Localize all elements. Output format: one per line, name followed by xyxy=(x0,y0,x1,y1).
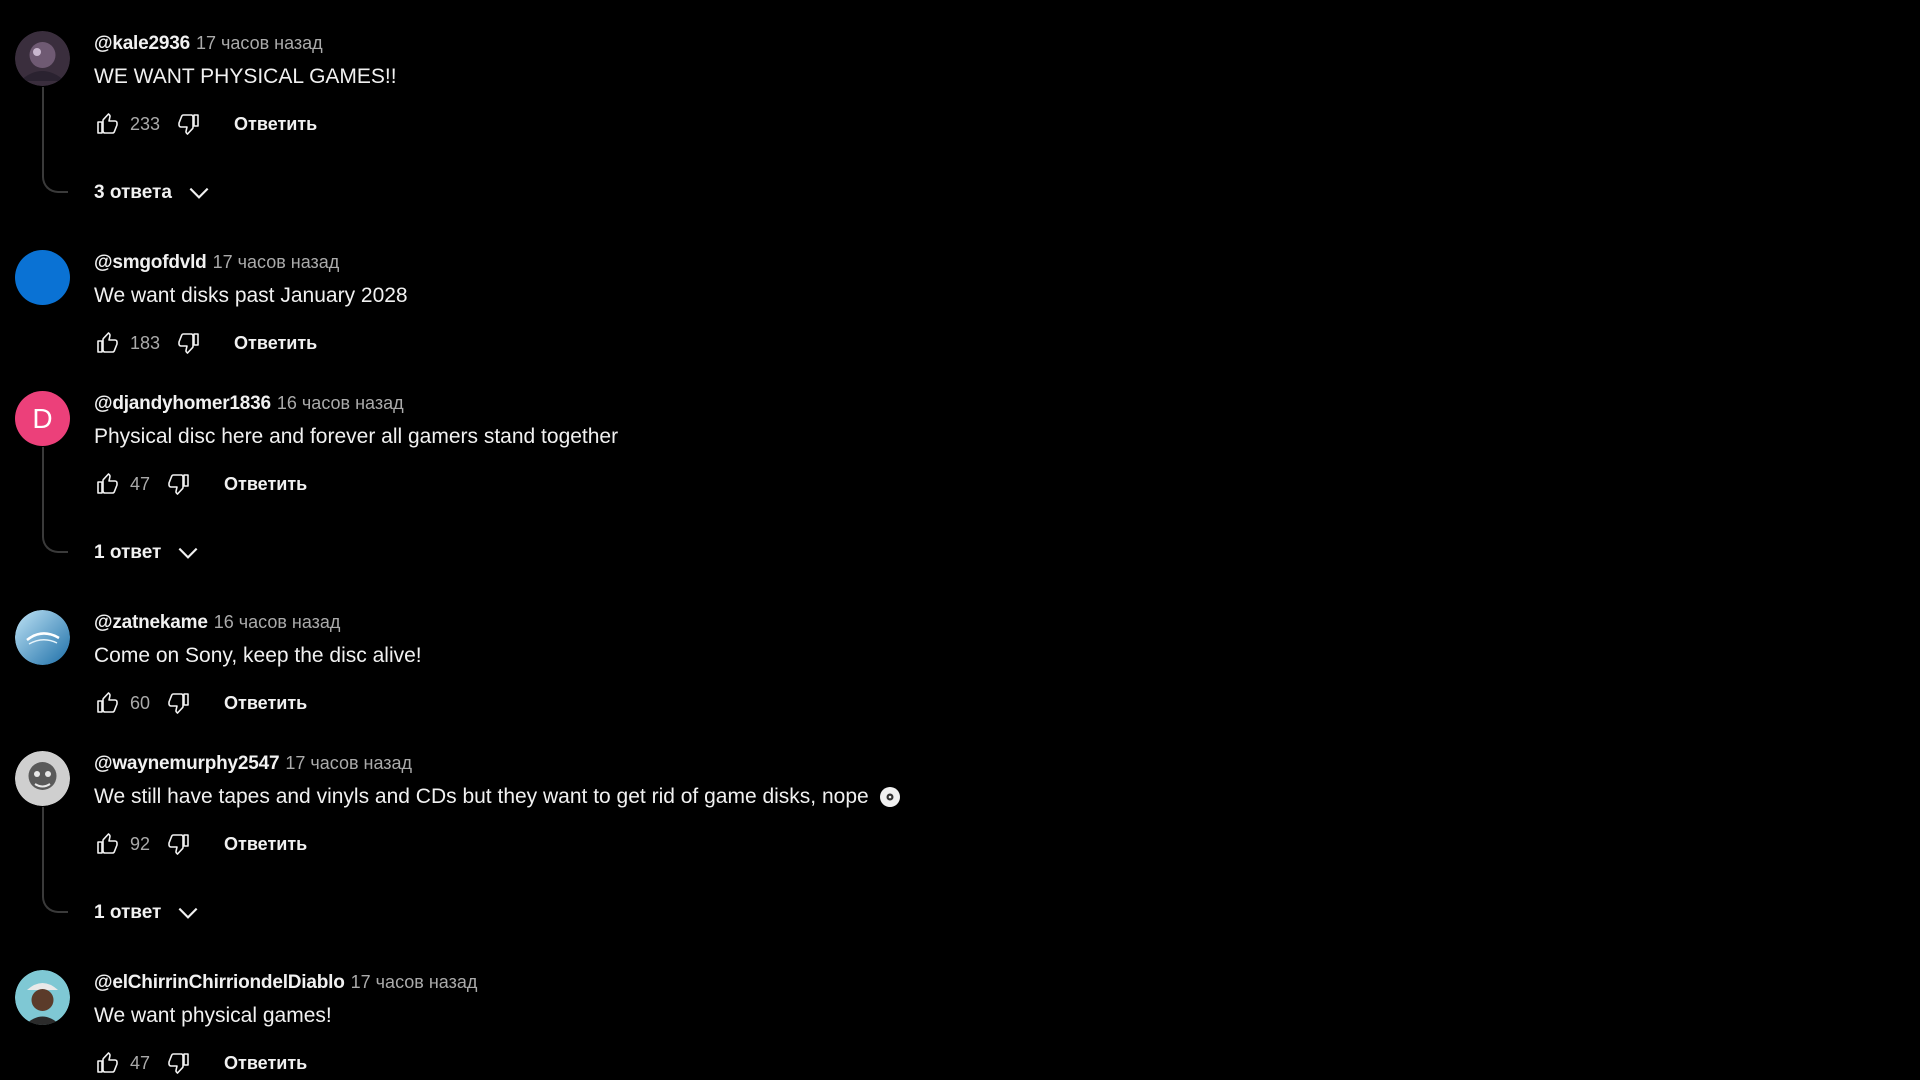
dislike-button[interactable] xyxy=(166,471,192,497)
thumb-down-icon xyxy=(178,333,199,354)
comment-text: Physical disc here and forever all gamer… xyxy=(94,423,618,451)
comment-header: @smgofdvld 17 часов назад xyxy=(94,250,339,274)
comment-author[interactable]: @zatnekame xyxy=(94,612,208,633)
avatar[interactable] xyxy=(15,250,70,305)
reply-button[interactable]: Ответить xyxy=(234,114,317,135)
like-count: 92 xyxy=(130,833,151,854)
comment-time[interactable]: 17 часов назад xyxy=(196,33,323,53)
avatar-photo-icon xyxy=(15,751,70,806)
view-replies-button[interactable]: 3 ответа xyxy=(94,178,212,208)
comment-actions: 47 Ответить xyxy=(94,1047,307,1079)
comment-author[interactable]: @djandyhomer1836 xyxy=(94,393,271,414)
reply-button[interactable]: Ответить xyxy=(224,834,307,855)
thumb-up-icon xyxy=(97,473,118,494)
like-button[interactable] xyxy=(94,111,120,137)
thumb-up-icon xyxy=(97,833,118,854)
comment-actions: 92 Ответить xyxy=(94,828,307,860)
comment-actions: 60 Ответить xyxy=(94,687,307,719)
comment-actions: 233 Ответить xyxy=(94,108,317,140)
dislike-button[interactable] xyxy=(166,1050,192,1076)
thread-line xyxy=(42,807,68,913)
thumb-up-icon xyxy=(97,332,118,353)
replies-count: 1 ответ xyxy=(94,542,162,563)
like-button[interactable] xyxy=(94,690,120,716)
comment-text-content: WE WANT PHYSICAL GAMES!! xyxy=(94,65,397,88)
thumb-up-icon xyxy=(97,1052,118,1073)
avatar-letter: D xyxy=(32,402,53,434)
comment-author[interactable]: @elChirrinChirriondelDiablo xyxy=(94,972,345,993)
thumb-up-icon xyxy=(97,113,118,134)
comment-time[interactable]: 17 часов назад xyxy=(213,252,340,272)
avatar[interactable] xyxy=(15,610,70,665)
comment-time[interactable]: 17 часов назад xyxy=(285,753,412,773)
chevron-down-icon xyxy=(175,540,201,566)
comment-header: @elChirrinChirriondelDiablo 17 часов наза… xyxy=(94,970,477,994)
like-button[interactable] xyxy=(94,831,120,857)
comment-text-content: We want disks past January 2028 xyxy=(94,284,408,307)
comment-text: Come on Sony, keep the disc alive! xyxy=(94,642,422,670)
like-count: 60 xyxy=(130,692,151,713)
comment-actions: 183 Ответить xyxy=(94,327,317,359)
like-count: 47 xyxy=(130,1052,151,1073)
like-button[interactable] xyxy=(94,330,120,356)
thumb-down-icon xyxy=(168,1053,189,1074)
comment-text-content: We want physical games! xyxy=(94,1004,332,1027)
disc-icon xyxy=(879,786,901,808)
comment-header: @kale2936 17 часов назад xyxy=(94,31,323,55)
like-count: 233 xyxy=(130,113,161,134)
comment-text: We want disks past January 2028 xyxy=(94,282,408,310)
reply-button[interactable]: Ответить xyxy=(224,474,307,495)
comment-text: We still have tapes and vinyls and CDs b… xyxy=(94,783,901,811)
comment-header: @waynemurphy2547 17 часов назад xyxy=(94,751,412,775)
dislike-button[interactable] xyxy=(166,690,192,716)
thumb-down-icon xyxy=(168,474,189,495)
comment-text: WE WANT PHYSICAL GAMES!! xyxy=(94,63,397,91)
comment-author[interactable]: @waynemurphy2547 xyxy=(94,753,280,774)
dislike-button[interactable] xyxy=(176,330,202,356)
view-replies-button[interactable]: 1 ответ xyxy=(94,898,201,928)
comment-time[interactable]: 16 часов назад xyxy=(214,612,341,632)
comment-text-content: We still have tapes and vinyls and CDs b… xyxy=(94,785,869,808)
comment-text-content: Come on Sony, keep the disc alive! xyxy=(94,644,422,667)
thread-line xyxy=(42,447,68,553)
thumb-down-icon xyxy=(168,834,189,855)
avatar[interactable]: D xyxy=(15,391,70,446)
comment-text: We want physical games! xyxy=(94,1002,332,1030)
like-count: 183 xyxy=(130,332,161,353)
thread-line xyxy=(42,87,68,193)
dislike-button[interactable] xyxy=(176,111,202,137)
dislike-button[interactable] xyxy=(166,831,192,857)
comment-header: @zatnekame 16 часов назад xyxy=(94,610,340,634)
avatar[interactable] xyxy=(15,751,70,806)
comment-text-content: Physical disc here and forever all gamer… xyxy=(94,425,619,448)
reply-button[interactable]: Ответить xyxy=(234,333,317,354)
comment-time[interactable]: 16 часов назад xyxy=(277,393,404,413)
comment-author[interactable]: @kale2936 xyxy=(94,33,190,54)
reply-button[interactable]: Ответить xyxy=(224,1053,307,1074)
like-button[interactable] xyxy=(94,471,120,497)
comment-header: @djandyhomer1836 16 часов назад xyxy=(94,391,404,415)
reply-button[interactable]: Ответить xyxy=(224,693,307,714)
avatar-photo-icon xyxy=(15,31,70,86)
avatar-photo-icon xyxy=(15,610,70,665)
replies-count: 1 ответ xyxy=(94,902,162,923)
chevron-down-icon xyxy=(175,900,201,926)
like-button[interactable] xyxy=(94,1050,120,1076)
thumb-up-icon xyxy=(97,692,118,713)
like-count: 47 xyxy=(130,473,151,494)
view-replies-button[interactable]: 1 ответ xyxy=(94,538,201,568)
thumb-down-icon xyxy=(168,693,189,714)
avatar[interactable] xyxy=(15,970,70,1025)
comment-actions: 47 Ответить xyxy=(94,468,307,500)
comment-author[interactable]: @smgofdvld xyxy=(94,252,207,273)
avatar-photo-icon xyxy=(15,970,70,1025)
replies-count: 3 ответа xyxy=(94,182,172,203)
comment-time[interactable]: 17 часов назад xyxy=(351,972,478,992)
avatar[interactable] xyxy=(15,31,70,86)
chevron-down-icon xyxy=(186,180,212,206)
thumb-down-icon xyxy=(178,114,199,135)
